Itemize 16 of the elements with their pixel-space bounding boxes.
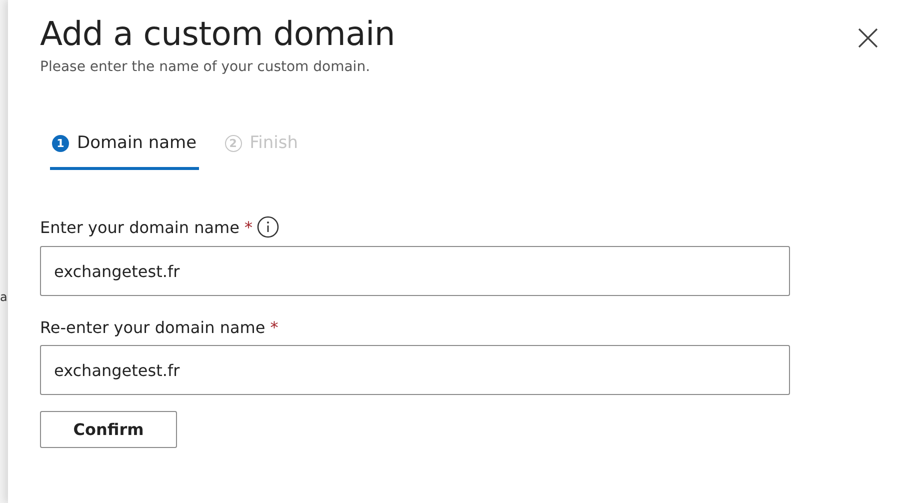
confirm-button[interactable]: Confirm [40,411,177,448]
close-icon [858,28,878,48]
required-mark: * [270,318,278,337]
field-label: Re-enter your domain name [40,318,266,337]
step-number-badge: 1 [52,134,69,152]
required-mark: * [244,218,252,236]
domain-input-field[interactable]: exchangetest.fr [40,345,790,395]
background-text: a [0,290,8,304]
close-button[interactable] [858,28,878,48]
domain-input-field[interactable]: exchangetest.fr [40,246,790,296]
panel-title: Add a custom domain [40,14,395,53]
info-icon[interactable] [257,216,280,238]
step-tab[interactable]: 1 Domain name [50,133,199,170]
field-label: Enter your domain name [40,218,240,236]
step-number-badge: 2 [224,134,242,152]
panel-subtitle: Please enter the name of your custom domain. [40,59,372,75]
